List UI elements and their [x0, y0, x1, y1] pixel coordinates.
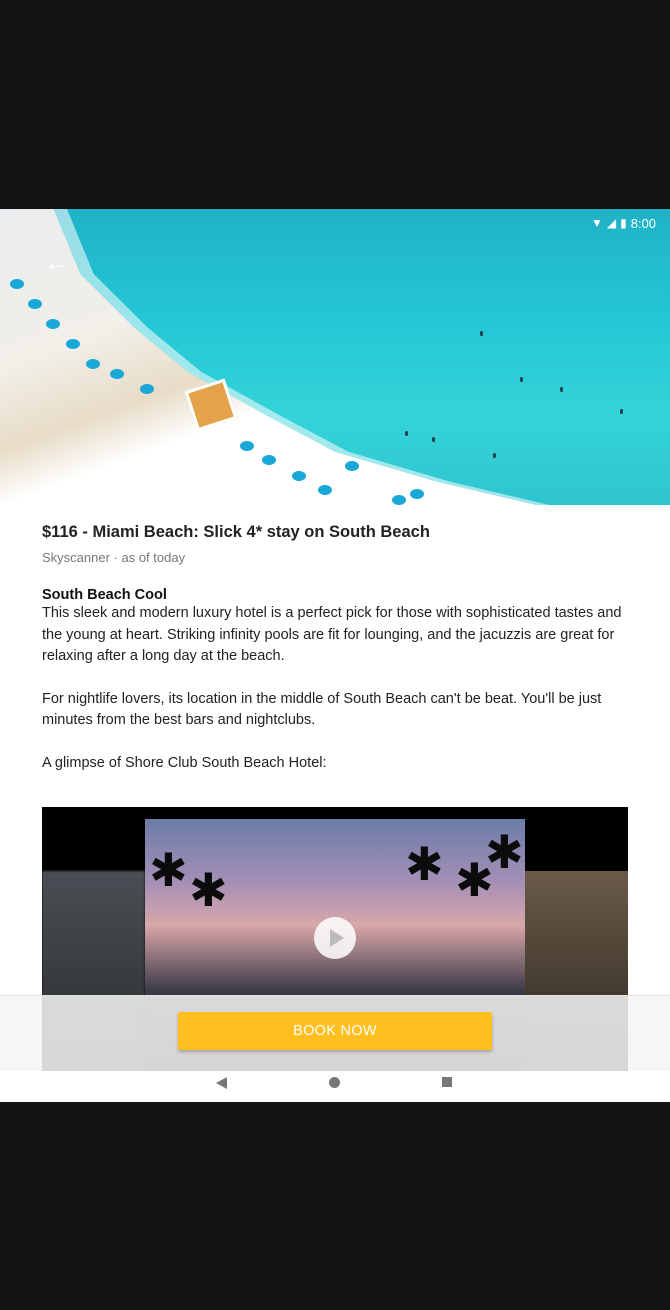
- wifi-icon: ▼: [590, 216, 603, 230]
- umbrella: [392, 495, 406, 505]
- arrow-left-icon: ←: [45, 250, 67, 275]
- umbrella: [240, 441, 254, 451]
- umbrella: [345, 461, 359, 471]
- battery-icon: ▮: [620, 216, 627, 230]
- section-title: South Beach Cool: [42, 587, 167, 604]
- bottom-action-bar: BOOK NOW: [0, 995, 670, 1074]
- swimmer: [480, 331, 483, 336]
- swimmer: [620, 409, 623, 414]
- umbrella: [66, 339, 80, 349]
- swimmer: [560, 387, 563, 392]
- umbrella: [86, 359, 100, 369]
- article-body: $116 - Miami Beach: Slick 4* stay on Sou…: [42, 521, 632, 774]
- back-button[interactable]: ←: [40, 247, 72, 279]
- nav-home-icon[interactable]: [329, 1077, 340, 1088]
- umbrella: [110, 369, 124, 379]
- umbrella: [28, 299, 42, 309]
- umbrella: [262, 455, 276, 465]
- signal-icon: ◢: [606, 216, 617, 230]
- system-nav-bar: [0, 1071, 670, 1102]
- hero-image: ▼ ◢ ▮ 8:00 ←: [0, 209, 670, 505]
- book-now-button[interactable]: BOOK NOW: [178, 1012, 492, 1050]
- umbrella: [292, 471, 306, 481]
- swimmer: [432, 437, 435, 442]
- paragraph: For nightlife lovers, its location in th…: [42, 690, 602, 729]
- swimmer: [520, 377, 523, 382]
- swimmer: [493, 453, 496, 458]
- status-time: 8:00: [630, 215, 656, 231]
- swimmer: [405, 431, 408, 436]
- article-title: $116 - Miami Beach: Slick 4* stay on Sou…: [42, 523, 430, 541]
- sea: [53, 209, 670, 505]
- umbrella: [46, 319, 60, 329]
- paragraph: A glimpse of Shore Club South Beach Hote…: [42, 754, 327, 771]
- status-bar: ▼ ◢ ▮ 8:00: [591, 213, 656, 233]
- umbrella: [140, 384, 154, 394]
- play-button[interactable]: [314, 917, 356, 959]
- app-screen: ▼ ◢ ▮ 8:00 ← $116 - Miami Beach: Slick 4…: [0, 209, 670, 1102]
- nav-back-icon[interactable]: [216, 1077, 227, 1089]
- umbrella: [10, 279, 24, 289]
- palm-tree: ✱: [149, 844, 188, 896]
- palm-tree: ✱: [189, 864, 228, 916]
- article-meta: Skyscanner · as of today: [42, 550, 186, 566]
- umbrella: [318, 485, 332, 495]
- palm-tree: ✱: [405, 838, 444, 890]
- nav-recents-icon[interactable]: [442, 1077, 452, 1087]
- umbrella: [410, 489, 424, 499]
- palm-tree: ✱: [485, 826, 524, 878]
- play-icon: [330, 929, 344, 947]
- paragraph: This sleek and modern luxury hotel is a …: [42, 605, 622, 665]
